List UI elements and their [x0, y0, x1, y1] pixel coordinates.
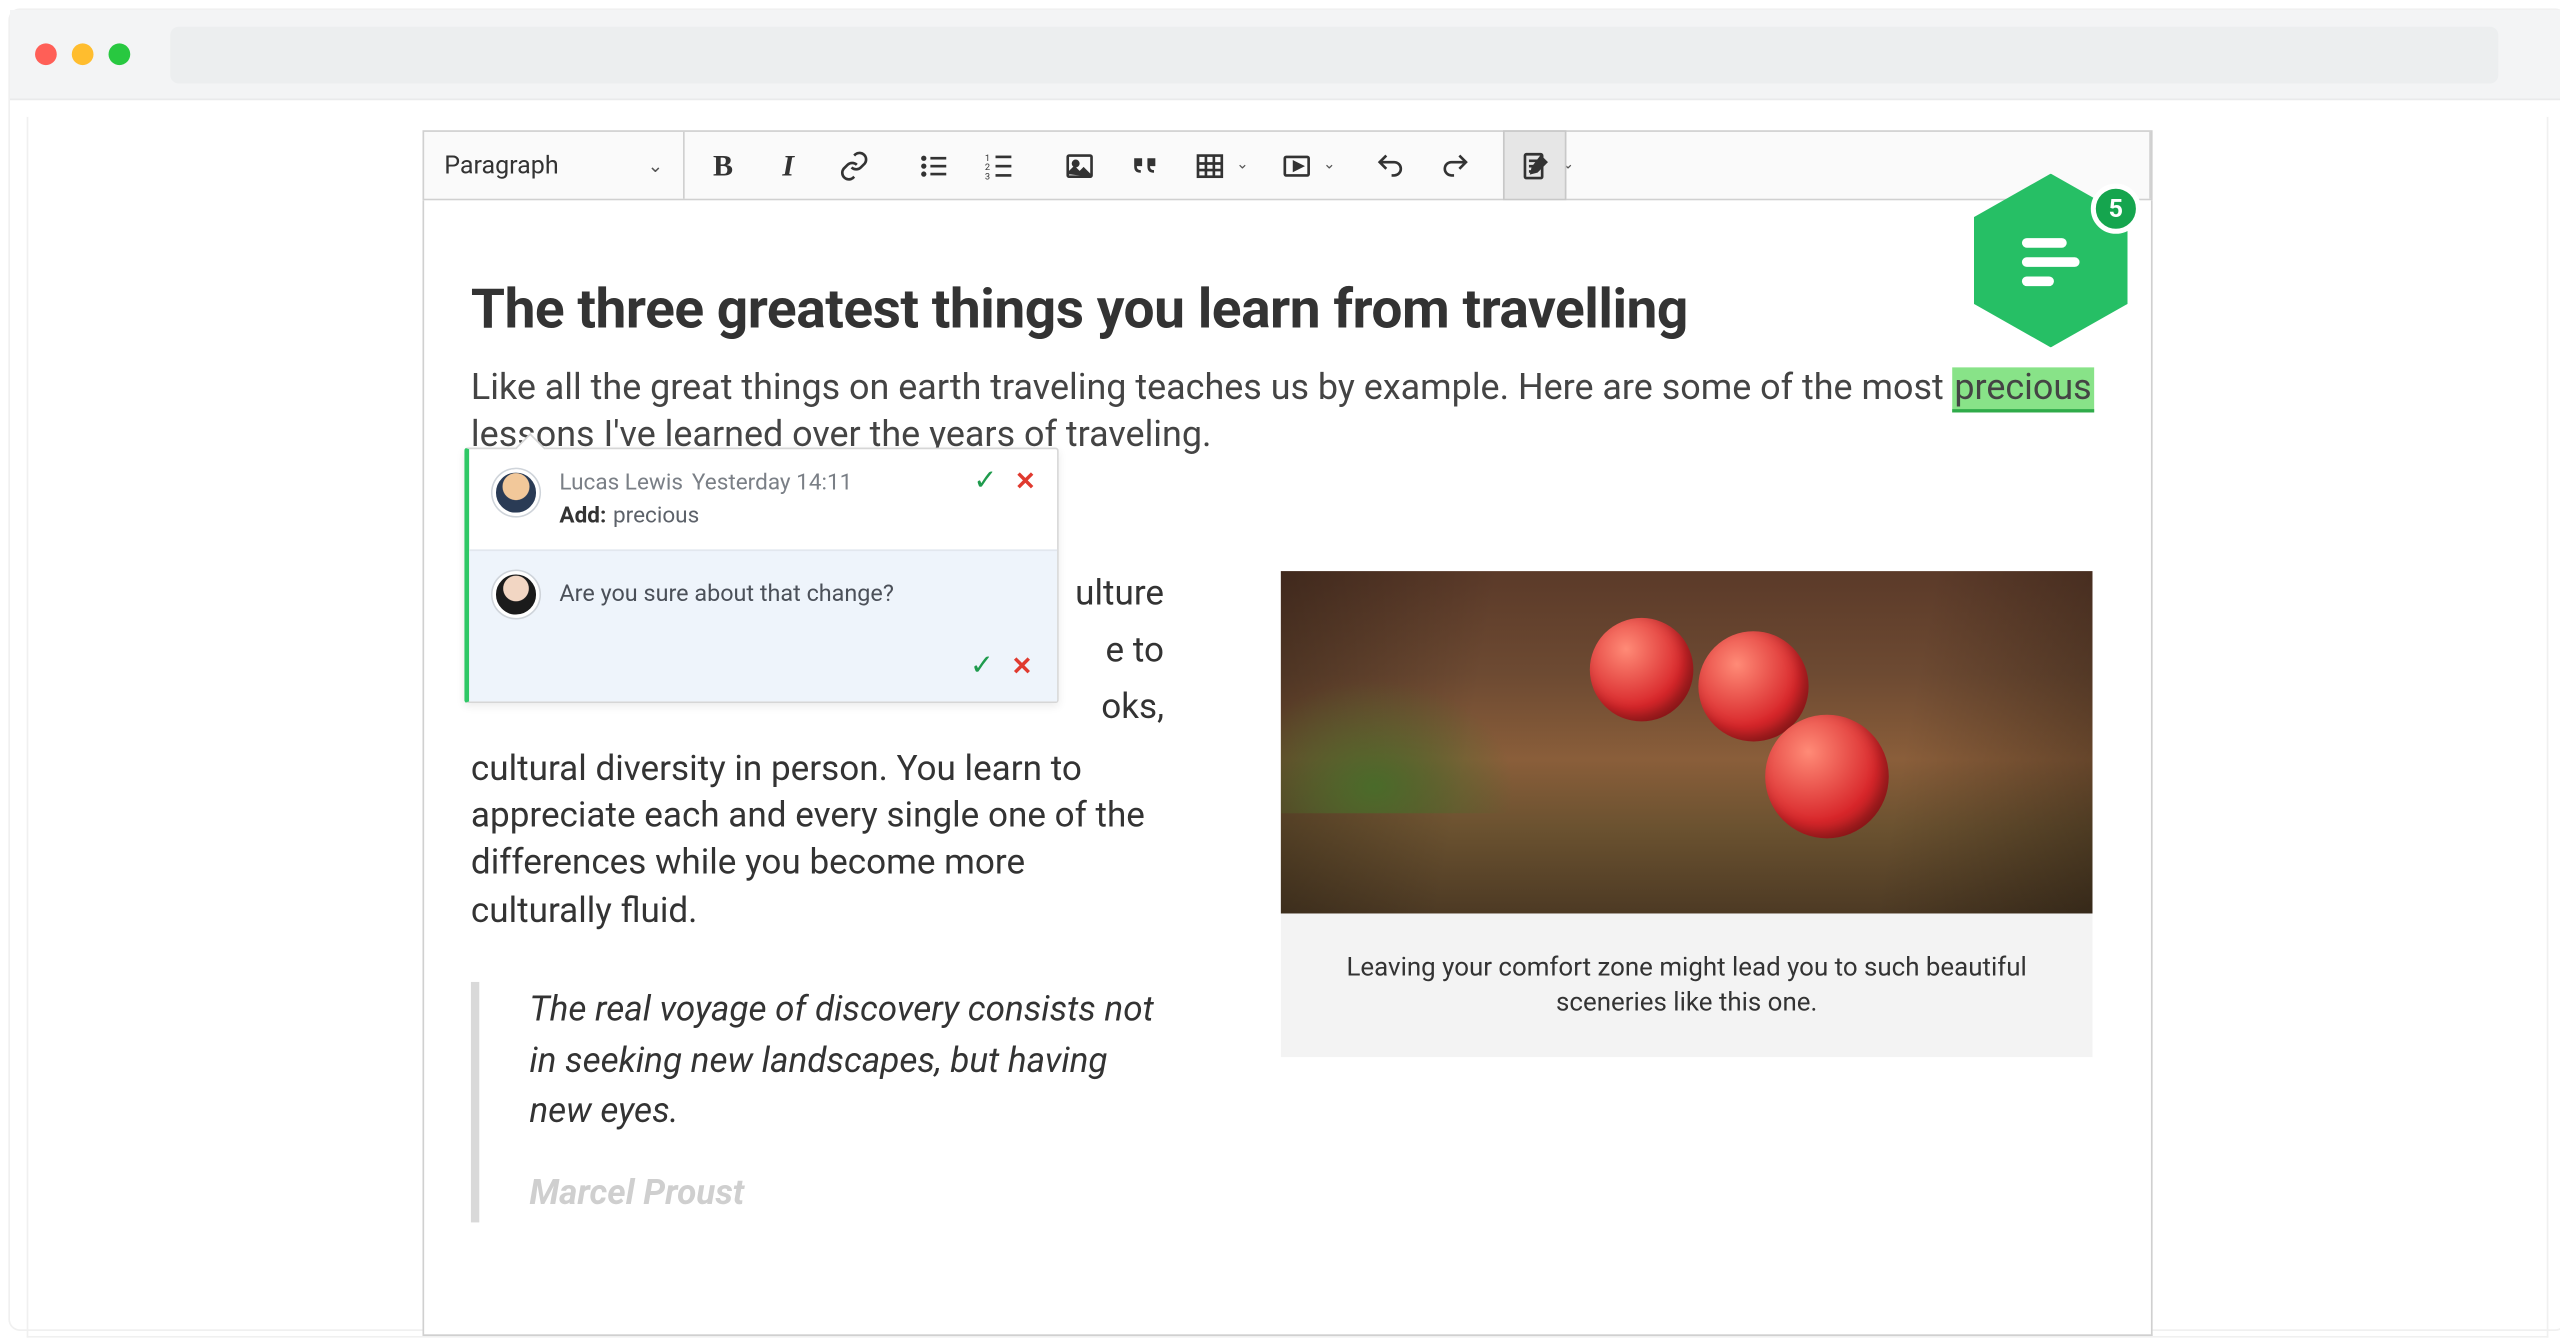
bold-button[interactable]: B: [691, 130, 754, 200]
submit-reply-button[interactable]: ✓: [967, 651, 997, 681]
figure-image[interactable]: [1281, 571, 2093, 913]
bulleted-list-button[interactable]: [902, 130, 965, 200]
quote-author: Marcel Proust: [529, 1171, 1164, 1218]
media-icon: [1280, 149, 1312, 181]
link-button[interactable]: [822, 130, 885, 200]
image-button[interactable]: [1047, 130, 1110, 200]
reply-text: Are you sure about that change?: [559, 581, 893, 608]
image-icon: [1063, 149, 1095, 181]
accept-suggestion-button[interactable]: ✓: [970, 466, 1000, 496]
svg-text:3: 3: [984, 171, 989, 182]
suggestion-meta: Lucas Lewis Yesterday 14:11: [559, 469, 1037, 496]
bulleted-list-icon: [918, 149, 950, 181]
tracked-insertion[interactable]: precious: [1953, 367, 2094, 412]
blockquote: The real voyage of discovery consists no…: [471, 982, 1164, 1222]
numbered-list-icon: 123: [983, 149, 1015, 181]
comments-count-badge: 5: [2091, 184, 2141, 234]
quote-text: The real voyage of discovery consists no…: [529, 986, 1164, 1138]
window-close-button[interactable]: [35, 43, 57, 65]
italic-button[interactable]: I: [756, 130, 819, 200]
list-icon: [2012, 222, 2089, 299]
rich-text-editor: Paragraph ⌄ B I 123: [422, 117, 2152, 1336]
redo-button[interactable]: [1423, 130, 1486, 200]
heading-dropdown[interactable]: Paragraph ⌄: [424, 132, 683, 199]
figure: Leaving your comfort zone might lead you…: [1281, 571, 2093, 1222]
browser-window: Paragraph ⌄ B I 123: [10, 10, 2560, 1329]
redo-icon: [1439, 149, 1471, 181]
body-paragraph: cultural diversity in person. You learn …: [471, 746, 1164, 935]
blockquote-button[interactable]: [1112, 130, 1175, 200]
figure-caption: Leaving your comfort zone might lead you…: [1281, 913, 2093, 1056]
undo-button[interactable]: [1358, 130, 1421, 200]
table-button[interactable]: [1177, 130, 1240, 200]
suggestion-entry: Lucas Lewis Yesterday 14:11 Add:precious…: [469, 449, 1057, 549]
link-icon: [837, 149, 869, 181]
heading-dropdown-label: Paragraph: [444, 150, 558, 180]
reject-suggestion-button[interactable]: ✕: [1010, 466, 1040, 496]
browser-titlebar: [10, 10, 2560, 100]
window-maximize-button[interactable]: [109, 43, 131, 65]
cancel-reply-button[interactable]: ✕: [1007, 651, 1037, 681]
avatar: [493, 571, 540, 618]
track-changes-button[interactable]: [1503, 130, 1566, 200]
suggestion-reply[interactable]: Are you sure about that change? ✓ ✕: [469, 549, 1057, 701]
chevron-down-icon: ⌄: [648, 154, 663, 176]
avatar: [493, 469, 540, 516]
editor-toolbar: Paragraph ⌄ B I 123: [422, 130, 2152, 200]
numbered-list-button[interactable]: 123: [967, 130, 1030, 200]
window-minimize-button[interactable]: [72, 43, 94, 65]
editor-document[interactable]: The three greatest things you learn from…: [422, 200, 2152, 1336]
page-content: Paragraph ⌄ B I 123: [10, 117, 2560, 1338]
suggestion-popover: Lucas Lewis Yesterday 14:11 Add:precious…: [464, 448, 1059, 704]
table-icon: [1193, 149, 1225, 181]
address-bar[interactable]: [170, 26, 2498, 83]
intro-paragraph: Like all the great things on earth trave…: [471, 366, 2104, 461]
suggestion-action: Add:precious: [559, 503, 1037, 530]
media-button[interactable]: [1264, 130, 1327, 200]
track-changes-icon: [1519, 149, 1551, 181]
undo-icon: [1374, 149, 1406, 181]
document-title: The three greatest things you learn from…: [471, 277, 2104, 342]
quote-icon: [1128, 149, 1160, 181]
comments-summary-button[interactable]: 5: [1974, 174, 2128, 348]
